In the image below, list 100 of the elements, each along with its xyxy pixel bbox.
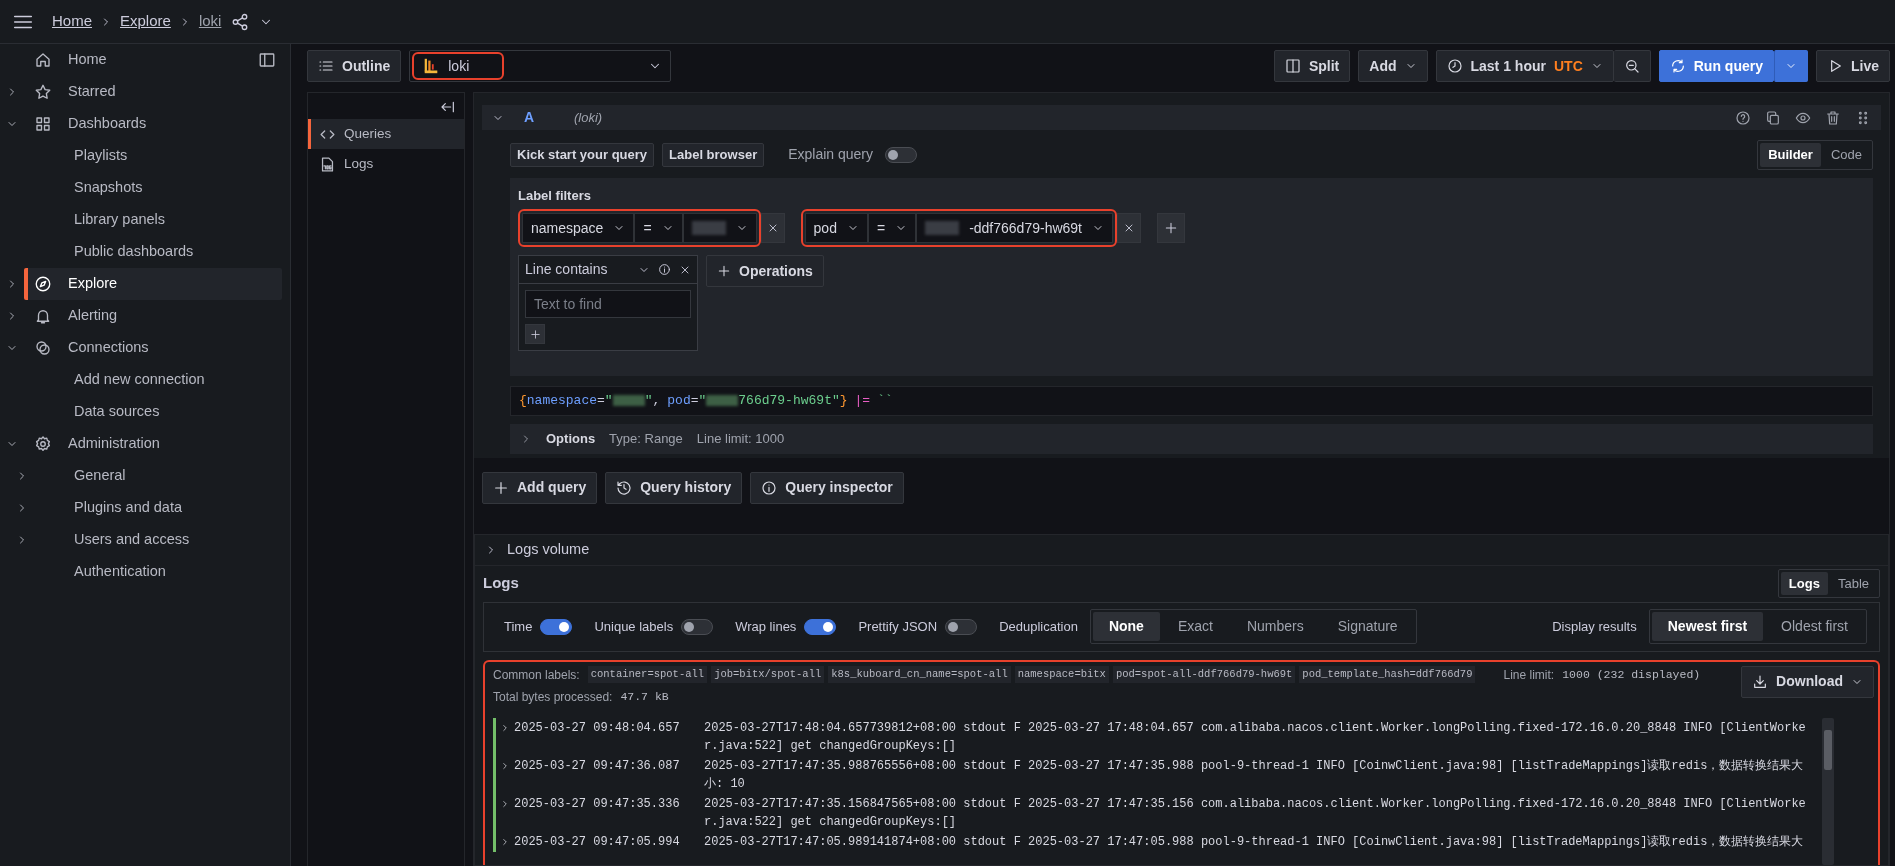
breadcrumb-link[interactable]: Explore	[120, 10, 171, 33]
sidebar-item[interactable]: Data sources	[68, 396, 282, 428]
query-action-button[interactable]: Query inspector	[750, 471, 904, 504]
label-chip: k8s_kuboard_cn_name=spot-all	[828, 665, 1011, 684]
meta-value: 47.7 kB	[620, 688, 669, 705]
option-tab[interactable]: Numbers	[1230, 612, 1320, 641]
breadcrumb-link[interactable]: Home	[52, 10, 92, 33]
copy-icon[interactable]	[1765, 109, 1781, 126]
zoom-out-button[interactable]	[1613, 50, 1651, 82]
text-input[interactable]: Text to find	[525, 290, 691, 318]
run-query-button[interactable]: Run query	[1658, 50, 1774, 82]
meta-label: Line limit:	[1503, 666, 1555, 684]
mode-tab[interactable]: Code	[1822, 143, 1870, 167]
option-tab[interactable]: Oldest first	[1765, 612, 1864, 641]
clock-icon	[1446, 58, 1463, 74]
zoom-out-icon	[1623, 58, 1640, 74]
info-icon[interactable]	[658, 263, 671, 276]
outline-item[interactable]: Queries	[308, 119, 464, 149]
log-time: 2025-03-27 09:47:36.087	[514, 757, 681, 775]
options-title[interactable]: Options	[546, 428, 596, 449]
log-message: 2025-03-27T17:47:05.989141874+08:00 stdout F 2025-03-27 17:47:05.988 pool-9-thread-1 INFO [CoinwClient.java:98] [listTradeMappings]读取redis，数据转换结果大	[704, 833, 1805, 851]
sidebar-item[interactable]: Alerting	[24, 300, 282, 332]
download-button[interactable]: Download	[1741, 665, 1874, 698]
view-tab[interactable]: Logs	[1780, 571, 1828, 596]
label-chip: job=bitx/spot-all	[711, 665, 825, 684]
sidebar-item[interactable]: Administration	[24, 428, 282, 460]
add-button[interactable]: Add	[1358, 50, 1428, 82]
label-select[interactable]: pod	[804, 213, 868, 243]
plus-icon	[717, 264, 731, 278]
meta-label: Total bytes processed:	[493, 688, 613, 706]
chevron-icon[interactable]	[500, 798, 510, 809]
toggle-switch[interactable]	[885, 146, 917, 163]
scrollbar[interactable]	[1822, 717, 1834, 865]
toggle-switch[interactable]	[540, 618, 573, 635]
query-action-button[interactable]: Add query	[482, 471, 598, 504]
add-filter-button[interactable]	[1157, 213, 1185, 243]
log-message: 2025-03-27T17:47:35.156847565+08:00 stdout F 2025-03-27 17:47:35.156 com.alibaba.nacos.client.Worker.longPolling.fixed-172.16.0.20_8848 INFO [ClientWorker.java:522] get changedGroupKeys:[]	[704, 795, 1807, 831]
label-chip: container=spot-all	[587, 665, 708, 684]
help-icon[interactable]	[1735, 109, 1751, 126]
sidebar-item[interactable]: Connections	[24, 332, 282, 364]
dock-icon[interactable]	[258, 51, 276, 69]
option-tab[interactable]: Exact	[1161, 612, 1229, 641]
chevron-icon[interactable]	[500, 722, 510, 733]
meta-label: Common labels:	[493, 666, 580, 684]
add-param-button[interactable]	[525, 324, 545, 344]
sidebar-item[interactable]: General	[68, 460, 282, 492]
toggle-switch[interactable]	[681, 618, 714, 635]
chevron-icon[interactable]	[500, 836, 510, 847]
outline-button[interactable]: Outline	[307, 50, 402, 82]
label-chip: pod_template_hash=ddf766d79	[1299, 665, 1476, 684]
mode-tab[interactable]: Builder	[1760, 143, 1821, 167]
sidebar-item[interactable]: Explore	[24, 268, 282, 300]
sidebar-item[interactable]: Home	[24, 44, 250, 76]
view-tab[interactable]: Table	[1829, 571, 1877, 596]
operator-select[interactable]: =	[634, 213, 683, 243]
close-icon	[1123, 222, 1135, 234]
option-tab[interactable]: None	[1092, 612, 1160, 641]
sidebar-item[interactable]: Playlists	[68, 140, 282, 172]
query-code: {namespace=" ", pod=" 766d79-hw69t"} |= ``	[510, 385, 1873, 416]
time-range-label: Last 1 hour	[1470, 56, 1546, 76]
log-time: 2025-03-27 09:48:04.657	[514, 719, 681, 737]
option-tab[interactable]: Signature	[1321, 612, 1414, 641]
sidebar-item[interactable]: Public dashboards	[68, 236, 282, 268]
rings-icon	[34, 339, 52, 357]
label-chip: namespace=bitx	[1014, 665, 1109, 684]
sidebar-item[interactable]: Plugins and data	[68, 492, 282, 524]
download-icon	[1752, 673, 1769, 690]
label-select[interactable]: namespace	[522, 213, 635, 243]
sidebar-item[interactable]: Snapshots	[68, 172, 282, 204]
sidebar-item[interactable]: Library panels	[68, 204, 282, 236]
operations-button[interactable]: Operations	[706, 255, 824, 287]
value-select[interactable]: -ddf766d79-hw69t	[916, 213, 1113, 243]
split-button[interactable]: Split	[1273, 50, 1351, 82]
sidebar-item[interactable]: Add new connection	[68, 364, 282, 396]
chevron-icon[interactable]	[500, 760, 510, 771]
sidebar-item[interactable]: Dashboards	[24, 108, 282, 140]
trash-icon[interactable]	[1825, 109, 1841, 126]
sidebar-item[interactable]: Authentication	[68, 556, 282, 588]
datasource-picker[interactable]: loki	[409, 50, 672, 82]
compass-icon	[34, 275, 52, 293]
query-action-button[interactable]: Query history	[605, 471, 743, 504]
query-helper-button[interactable]: Label browser	[662, 142, 765, 167]
plus-icon	[493, 479, 509, 496]
outline-item[interactable]: Logs	[308, 149, 464, 179]
collapse-icon[interactable]	[440, 99, 456, 115]
group-label: Deduplication	[999, 617, 1078, 636]
breadcrumb-link[interactable]: loki	[198, 10, 222, 33]
option-tab[interactable]: Newest first	[1651, 612, 1764, 641]
live-button[interactable]: Live	[1816, 50, 1890, 82]
time-range-picker[interactable]: Last 1 hour UTC	[1435, 50, 1614, 82]
query-helper-button[interactable]: Kick start your query	[510, 142, 655, 167]
toggle-switch[interactable]	[945, 618, 978, 635]
share-icon[interactable]	[231, 12, 250, 31]
log-message: 2025-03-27T17:48:04.657739812+08:00 stdout F 2025-03-27 17:48:04.657 com.alibaba.nacos.client.Worker.longPolling.fixed-172.16.0.20_8848 INFO [ClientWorker.java:522] get changedGroupKeys:[]	[704, 719, 1807, 755]
sidebar-item[interactable]: Users and access	[68, 524, 282, 556]
toggle-label: Unique labels	[594, 617, 674, 636]
operator-select[interactable]: =	[867, 213, 917, 243]
remove-filter-button[interactable]	[760, 213, 785, 243]
toggle-switch[interactable]	[804, 618, 837, 635]
sidebar-item[interactable]: Starred	[24, 76, 282, 108]
